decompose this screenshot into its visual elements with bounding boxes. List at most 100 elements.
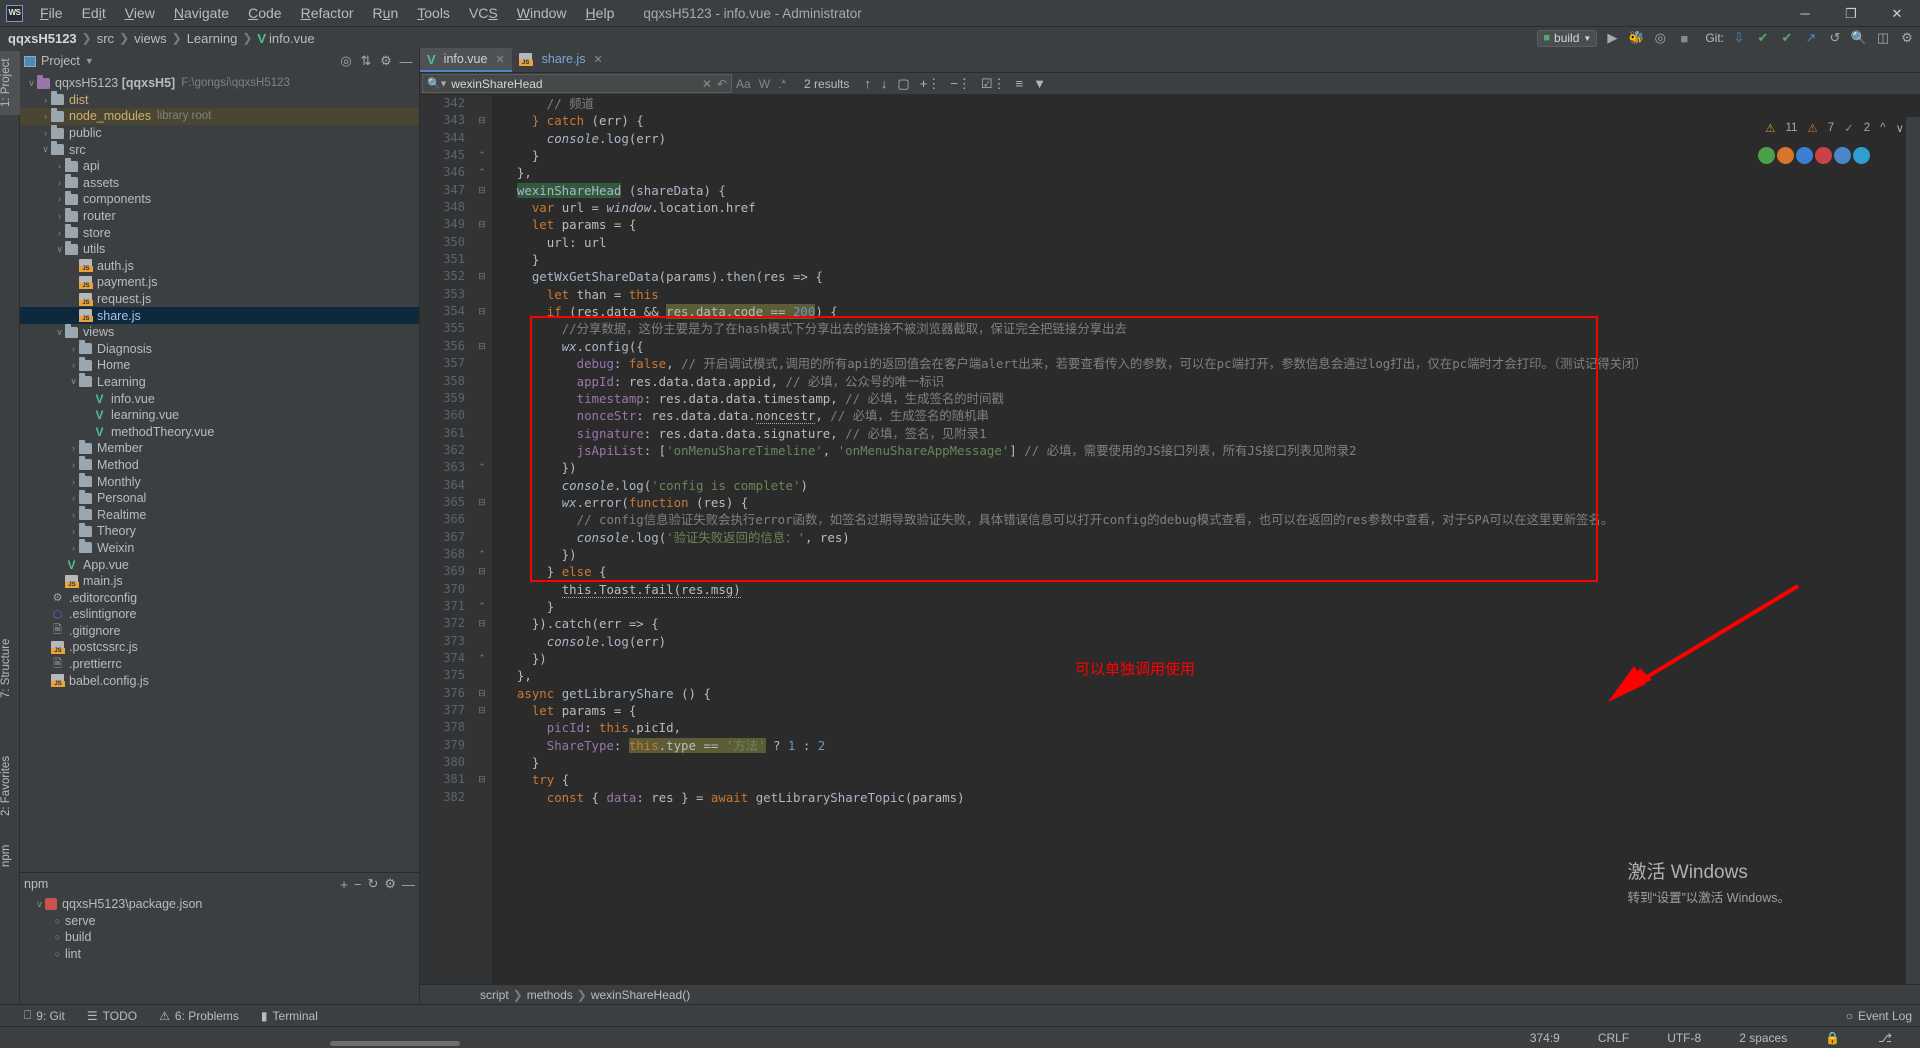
multiline-button[interactable]: ≡ [1011, 76, 1029, 91]
fold-marker[interactable] [472, 511, 492, 528]
menu-file[interactable]: File [31, 2, 72, 24]
collapse-all-icon[interactable]: ⇅ [357, 52, 375, 70]
opera-icon[interactable] [1815, 147, 1832, 164]
code-line[interactable]: wx.error(function (res) { [502, 494, 1920, 511]
tree-node[interactable]: › Personal [20, 489, 419, 507]
code-line[interactable]: signature: res.data.data.signature, // 必… [502, 425, 1920, 442]
code-line[interactable]: }, [502, 667, 1920, 684]
code-line[interactable]: getWxGetShareData(params).then(res => { [502, 268, 1920, 285]
expand-arrow-icon[interactable]: › [68, 493, 79, 503]
fold-marker[interactable]: ⊟ [472, 771, 492, 788]
fold-marker[interactable]: ⊟ [472, 216, 492, 233]
tree-node[interactable]: share.js [20, 307, 419, 324]
code-line[interactable]: console.log('config is complete') [502, 477, 1920, 494]
fold-marker[interactable] [472, 719, 492, 736]
editor-tab-share-js[interactable]: share.js ✕ [512, 48, 610, 72]
tree-node[interactable]: › Home [20, 356, 419, 374]
tree-node[interactable]: › assets [20, 174, 419, 192]
code-line[interactable]: appId: res.data.data.appid, // 必填，公众号的唯一… [502, 373, 1920, 390]
expand-arrow-icon[interactable]: › [54, 161, 65, 171]
fold-marker[interactable] [472, 95, 492, 112]
fold-marker[interactable] [472, 320, 492, 337]
code-line[interactable]: //分享数据，这份主要是为了在hash模式下分享出去的链接不被浏览器截取，保证完… [502, 320, 1920, 337]
breadcrumb-views[interactable]: views [134, 31, 167, 46]
window-controls[interactable]: ─ ❐ ✕ [1782, 0, 1920, 27]
fold-marker[interactable] [472, 442, 492, 459]
find-next-button[interactable]: ↓ [876, 76, 893, 91]
code-line[interactable]: }) [502, 650, 1920, 667]
firefox-icon[interactable] [1777, 147, 1794, 164]
fold-marker[interactable]: ⌃ [472, 147, 492, 164]
code-line[interactable]: } else { [502, 563, 1920, 580]
code-line[interactable]: wx.config({ [502, 338, 1920, 355]
code-line[interactable]: let params = { [502, 216, 1920, 233]
tree-node[interactable]: › Weixin [20, 539, 419, 557]
line-separator[interactable]: CRLF [1598, 1031, 1629, 1045]
fold-marker[interactable] [472, 286, 492, 303]
expand-arrow-icon[interactable]: › [54, 228, 65, 238]
expand-arrow-icon[interactable]: › [40, 95, 51, 105]
fold-marker[interactable]: ⌃ [472, 164, 492, 181]
tree-node[interactable]: request.js [20, 291, 419, 308]
explorer-icon[interactable] [1834, 147, 1851, 164]
browser-preview-bubbles[interactable] [1758, 147, 1870, 164]
code-line[interactable]: } catch (err) { [502, 112, 1920, 129]
menu-help[interactable]: Help [577, 2, 624, 24]
add-line-button[interactable]: +⋮ [915, 76, 946, 92]
filter-button[interactable]: ▼ [1028, 76, 1051, 91]
expand-arrow-icon[interactable]: › [68, 360, 79, 370]
code-line[interactable]: console.log(err) [502, 633, 1920, 650]
tool-tab-npm[interactable]: npm [0, 839, 20, 873]
code-line[interactable]: }, [502, 164, 1920, 181]
code-line[interactable]: ShareType: this.type == '方法' ? 1 : 2 [502, 737, 1920, 754]
hide-icon[interactable]: — [402, 877, 415, 892]
project-panel-title-group[interactable]: Project ▼ [24, 54, 94, 68]
layout-icon[interactable]: ◫ [1874, 29, 1892, 47]
code-line[interactable]: timestamp: res.data.data.timestamp, // 必… [502, 390, 1920, 407]
code-line[interactable]: nonceStr: res.data.data.noncestr, // 必填，… [502, 407, 1920, 425]
tree-node[interactable]: › components [20, 190, 419, 208]
search-input[interactable]: wexinShareHead [451, 77, 697, 91]
tool-button-problems[interactable]: ⚠ 6: Problems [159, 1009, 239, 1023]
tree-node[interactable]: ⚙ .editorconfig [20, 589, 419, 606]
settings-icon[interactable]: ⚙ [1898, 29, 1916, 47]
settings-icon[interactable]: ⚙ [384, 876, 396, 892]
fold-marker[interactable]: ⊟ [472, 685, 492, 702]
expand-arrow-icon[interactable]: ∨ [40, 144, 51, 155]
fold-marker[interactable] [472, 581, 492, 598]
menu-window[interactable]: Window [508, 2, 576, 24]
minimize-button[interactable]: ─ [1782, 0, 1828, 27]
code-line[interactable]: }).catch(err => { [502, 615, 1920, 632]
fold-marker[interactable] [472, 199, 492, 216]
search-history-icon[interactable]: ↶ [717, 77, 727, 91]
code-line[interactable]: url: url [502, 234, 1920, 251]
code-line[interactable]: }) [502, 546, 1920, 563]
tool-button-git[interactable]: ⎕ 9: Git [24, 1008, 65, 1023]
fold-marker[interactable]: ⊟ [472, 702, 492, 719]
menu-edit[interactable]: Edit [73, 2, 115, 24]
npm-script-node[interactable]: ○ lint [20, 946, 419, 963]
tool-tab-favorites[interactable]: 2: Favorites [0, 749, 20, 823]
reload-icon[interactable]: ↻ [367, 876, 378, 892]
tree-node[interactable]: auth.js [20, 258, 419, 275]
fold-marker[interactable]: ⊟ [472, 182, 492, 199]
tree-node[interactable]: V App.vue [20, 556, 419, 573]
breadcrumb-src[interactable]: src [97, 31, 114, 46]
tree-node[interactable]: VmethodTheory.vue [20, 423, 419, 440]
menu-run[interactable]: Run [364, 2, 408, 24]
expand-arrow-icon[interactable]: › [54, 211, 65, 221]
expand-arrow-icon[interactable]: › [40, 111, 51, 121]
tree-node[interactable]: babel.config.js [20, 672, 419, 689]
remove-line-button[interactable]: −⋮ [945, 76, 976, 92]
code-line[interactable]: console.log('验证失败返回的信息：', res) [502, 529, 1920, 546]
expand-arrow-icon[interactable]: › [68, 510, 79, 520]
code-line[interactable]: wexinShareHead (shareData) { [502, 182, 1920, 199]
menu-view[interactable]: View [116, 2, 164, 24]
fold-marker[interactable]: ⌃ [472, 459, 492, 476]
fold-marker[interactable] [472, 355, 492, 372]
tree-node[interactable]: ∨ utils [20, 240, 419, 258]
hide-icon[interactable]: — [397, 52, 415, 70]
tool-tab-structure[interactable]: 7: Structure [0, 629, 20, 707]
tree-node[interactable]: 🗎 .gitignore [20, 623, 419, 640]
npm-script-node[interactable]: ○ serve [20, 913, 419, 930]
